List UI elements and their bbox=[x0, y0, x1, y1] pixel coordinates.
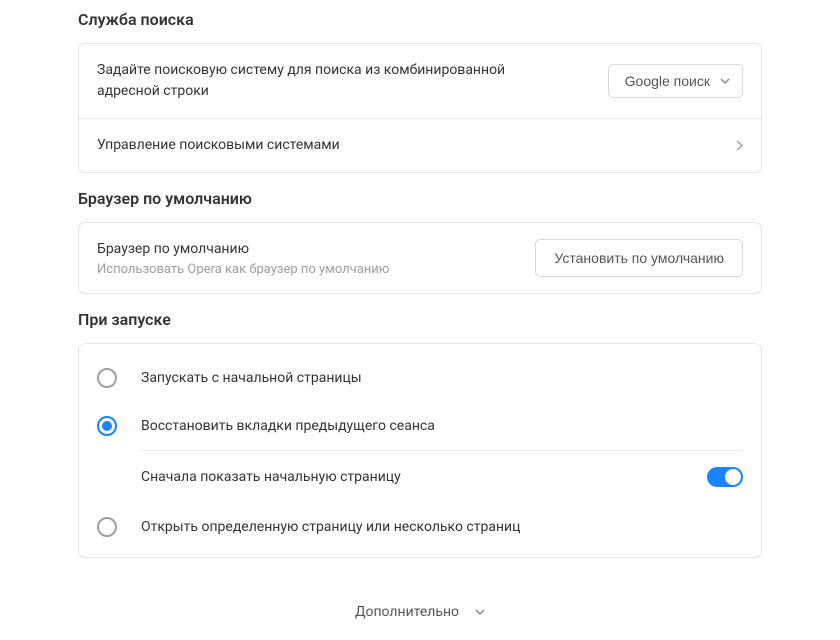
label-search-engine: Задайте поисковую систему для поиска из … bbox=[97, 60, 527, 102]
row-default-browser: Браузер по умолчанию Использовать Opera … bbox=[79, 223, 761, 293]
row-search-engine: Задайте поисковую систему для поиска из … bbox=[79, 44, 761, 118]
label-show-startpage-first: Сначала показать начальную страницу bbox=[141, 469, 401, 485]
label-manage-search-engines: Управление поисковыми системами bbox=[97, 135, 340, 156]
toggle-knob bbox=[725, 469, 741, 485]
chevron-right-icon bbox=[736, 140, 743, 151]
radio-row-restore-tabs[interactable]: Восстановить вкладки предыдущего сеанса bbox=[79, 402, 761, 450]
radio-label-start-page: Запускать с начальной страницы bbox=[141, 370, 362, 386]
chevron-down-icon bbox=[475, 609, 485, 615]
startup-radio-group: Запускать с начальной страницы Восстанов… bbox=[79, 344, 761, 557]
section-title-startup: При запуске bbox=[78, 310, 762, 329]
search-engine-value: Google поиск bbox=[625, 73, 710, 89]
search-engine-select[interactable]: Google поиск bbox=[608, 64, 743, 98]
radio-row-start-page[interactable]: Запускать с начальной страницы bbox=[79, 354, 761, 402]
radio-icon bbox=[97, 416, 117, 436]
card-search: Задайте поисковую систему для поиска из … bbox=[78, 43, 762, 173]
section-title-search: Служба поиска bbox=[78, 10, 762, 29]
card-default-browser: Браузер по умолчанию Использовать Opera … bbox=[78, 222, 762, 294]
radio-icon bbox=[97, 368, 117, 388]
section-title-default-browser: Браузер по умолчанию bbox=[78, 189, 762, 208]
label-default-browser: Браузер по умолчанию bbox=[97, 239, 389, 260]
set-default-button[interactable]: Установить по умолчанию bbox=[535, 239, 743, 277]
row-show-startpage-first: Сначала показать начальную страницу bbox=[141, 451, 743, 503]
radio-label-open-specific: Открыть определенную страницу или нескол… bbox=[141, 519, 520, 535]
row-manage-search-engines[interactable]: Управление поисковыми системами bbox=[79, 118, 761, 172]
radio-row-open-specific[interactable]: Открыть определенную страницу или нескол… bbox=[79, 503, 761, 551]
toggle-show-startpage-first[interactable] bbox=[707, 467, 743, 487]
card-startup: Запускать с начальной страницы Восстанов… bbox=[78, 343, 762, 558]
advanced-label: Дополнительно bbox=[355, 604, 459, 620]
radio-icon bbox=[97, 517, 117, 537]
chevron-down-icon bbox=[720, 78, 730, 84]
sub-default-browser: Использовать Opera как браузер по умолча… bbox=[97, 262, 389, 277]
radio-label-restore-tabs: Восстановить вкладки предыдущего сеанса bbox=[141, 418, 435, 434]
